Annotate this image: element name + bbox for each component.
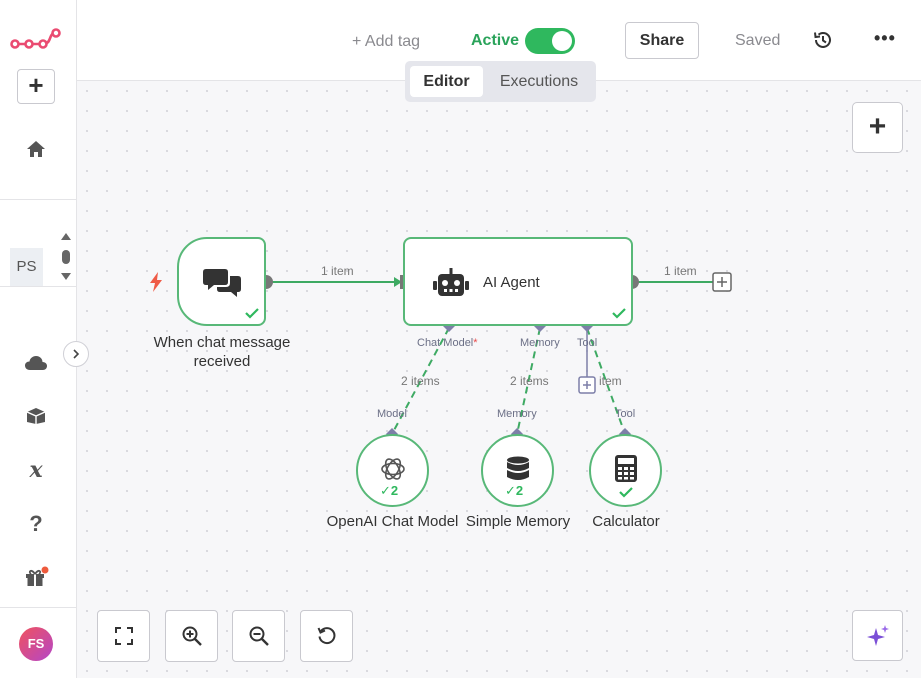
saved-status: Saved [735,32,781,49]
home-icon[interactable] [22,135,50,163]
sidebar-scrollbar[interactable] [60,231,72,285]
openai-chat-model-node[interactable]: ✓2 [356,434,429,507]
success-check-icon [612,308,626,319]
trigger-bolt-icon [150,272,162,292]
create-button[interactable]: + [17,69,55,104]
fit-view-button[interactable] [97,610,150,662]
zoom-in-icon [182,626,202,646]
chevron-right-icon [73,349,80,359]
user-avatar[interactable]: FS [19,627,53,661]
calculator-node[interactable] [589,434,662,507]
view-tabs: Editor Executions [405,61,596,102]
connector-label-chat-model: Chat Model* [417,337,478,349]
edge-label-agent-output: 1 item [664,264,697,278]
sidebar-divider [0,607,76,608]
sidebar-divider [0,199,76,200]
template-box-icon[interactable] [22,402,50,430]
calculator-node-title: Calculator [592,513,660,530]
openai-icon [381,458,405,480]
sidebar-collapse-button[interactable] [63,341,89,367]
ai-assistant-button[interactable] [852,610,903,661]
toggle-knob [552,31,572,51]
connector-label-model: Model [377,408,407,420]
edge-label-trigger-agent: 1 item [321,264,354,278]
fit-view-icon [114,627,133,645]
connector-label-sub-tool: Tool [615,408,636,420]
edge-label-memory-items: 2 items [510,374,549,388]
gift-icon[interactable] [22,563,50,591]
cloud-icon[interactable] [22,349,50,377]
add-node-button[interactable]: + [852,102,903,153]
ai-agent-node[interactable]: AI Agent [403,237,633,326]
zoom-out-icon [249,626,269,646]
zoom-in-button[interactable] [165,610,218,662]
active-label: Active [471,32,520,49]
success-check-icon [245,308,259,319]
chat-trigger-node[interactable] [177,237,266,326]
openai-node-title: OpenAI Chat Model [326,513,459,530]
run-count-badge: ✓2 [380,483,399,498]
sidebar: + PS x ? FS [0,0,77,678]
help-icon[interactable]: ? [22,510,50,538]
history-icon[interactable] [812,29,834,51]
database-icon [507,456,529,480]
sparkle-icon [866,624,889,646]
more-options-icon[interactable]: ••• [874,28,898,52]
workspace-badge[interactable]: PS [10,248,43,286]
edge-label-tool-items: item [599,374,622,388]
reset-icon [317,627,335,645]
connector-label-sub-memory: Memory [497,408,537,420]
active-toggle[interactable] [525,28,575,54]
robot-icon [433,268,469,296]
run-count-badge: ✓2 [505,483,524,498]
agent-node-title: AI Agent [483,274,540,291]
zoom-out-button[interactable] [232,610,285,662]
connector-label-tool: Tool [577,337,598,349]
memory-node-title: Simple Memory [465,513,571,530]
chat-bubbles-icon [203,269,241,297]
add-tag-link[interactable]: + Add tag [352,33,420,51]
share-button[interactable]: Share [625,22,699,59]
workflow-canvas[interactable] [77,81,921,678]
reset-zoom-button[interactable] [300,610,353,662]
sidebar-divider [0,286,76,287]
trigger-node-title: When chat message received [153,334,291,370]
success-check-icon [619,487,633,498]
edge-label-model-items: 2 items [401,374,440,388]
tab-executions[interactable]: Executions [489,66,589,97]
connector-label-memory: Memory [520,337,560,349]
calculator-icon [615,455,637,482]
variables-icon[interactable]: x [22,456,50,484]
tab-editor[interactable]: Editor [410,66,483,97]
simple-memory-node[interactable]: ✓2 [481,434,554,507]
n8n-logo[interactable] [10,26,62,52]
